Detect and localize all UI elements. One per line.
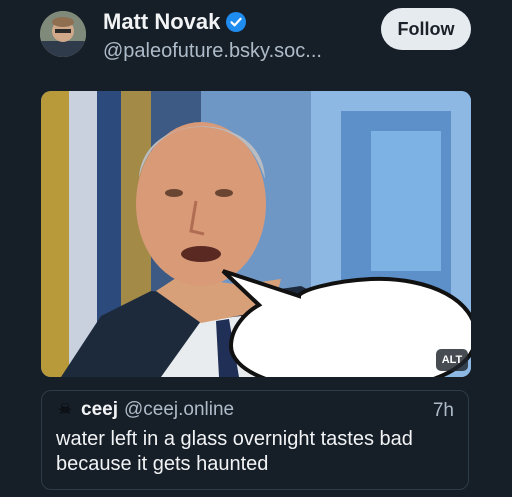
photo-with-speech-bubble-icon — [41, 91, 471, 377]
post-image[interactable] — [41, 91, 471, 377]
post-view: Matt Novak @paleofuture.bsky.soc... Foll… — [0, 0, 512, 497]
quoted-author-handle[interactable]: @ceej.online — [124, 399, 234, 421]
author-name-row[interactable]: Matt Novak — [103, 8, 247, 36]
follow-button[interactable]: Follow — [381, 8, 471, 50]
author-handle[interactable]: @paleofuture.bsky.soc... — [103, 38, 322, 64]
quoted-post[interactable]: ☠ ceej @ceej.online 7h water left in a g… — [41, 390, 469, 490]
quoted-post-text: water left in a glass overnight tastes b… — [56, 428, 413, 475]
avatar-photo-icon — [40, 11, 86, 57]
alt-text-button[interactable]: ALT — [436, 349, 468, 371]
skull-crossbones-icon[interactable]: ☠ — [55, 400, 75, 420]
quoted-author-name[interactable]: ceej — [81, 399, 118, 421]
quoted-post-header: ☠ ceej @ceej.online — [55, 399, 234, 421]
author-name[interactable]: Matt Novak — [103, 8, 220, 36]
quoted-post-time: 7h — [432, 400, 454, 421]
author-avatar[interactable] — [40, 11, 86, 57]
verified-badge-icon — [226, 12, 247, 32]
